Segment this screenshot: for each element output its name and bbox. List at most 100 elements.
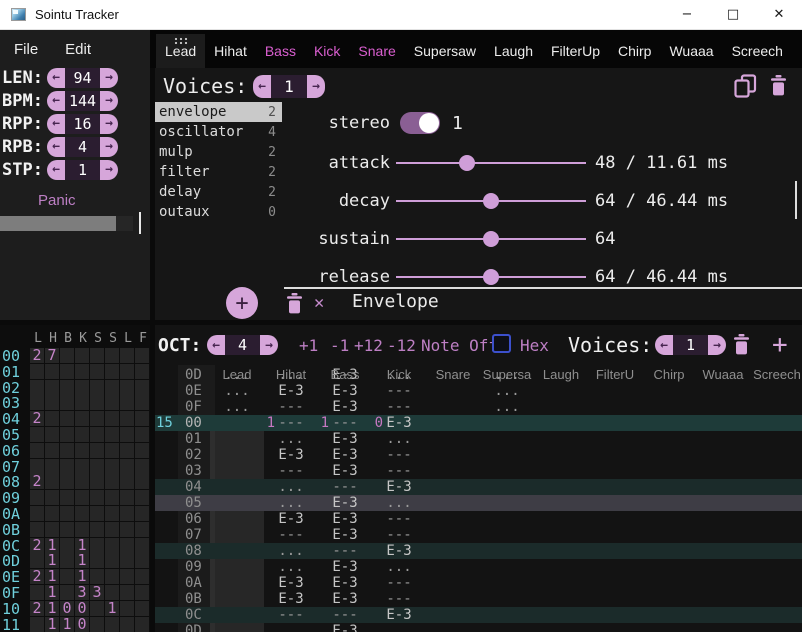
track-header-lead[interactable]: Lead [210, 367, 264, 382]
order-cell[interactable] [90, 490, 104, 505]
order-cell[interactable] [90, 538, 104, 553]
tab-hihat[interactable]: Hihat [205, 34, 256, 68]
pattern-cell[interactable] [696, 431, 750, 447]
pattern-cell[interactable]: --- [264, 607, 318, 623]
pattern-cell[interactable] [426, 431, 480, 447]
tab-kick[interactable]: Kick [305, 34, 349, 68]
pattern-cell[interactable] [480, 479, 534, 495]
order-cell[interactable] [105, 553, 119, 568]
pattern-cell[interactable]: ... [264, 543, 318, 559]
track-header-kick[interactable]: Kick [372, 367, 426, 382]
order-cell[interactable] [45, 411, 59, 426]
order-cell[interactable] [60, 364, 74, 379]
pattern-cell[interactable] [588, 559, 642, 575]
len-stepper-increment[interactable]: → [100, 68, 118, 88]
pattern-cell[interactable]: --- [318, 479, 372, 495]
bpm-stepper-decrement[interactable]: ← [47, 91, 65, 111]
order-cell[interactable] [60, 427, 74, 442]
order-cell[interactable] [135, 459, 149, 474]
len-stepper-decrement[interactable]: ← [47, 68, 65, 88]
pattern-cell[interactable]: ... [264, 559, 318, 575]
pattern-cell[interactable] [210, 447, 264, 463]
pattern-cell[interactable] [696, 495, 750, 511]
pattern-cell[interactable] [210, 607, 264, 623]
order-cell[interactable] [60, 538, 74, 553]
order-cell[interactable] [45, 395, 59, 410]
pattern-cell[interactable] [480, 607, 534, 623]
pattern-cell[interactable]: --- [372, 447, 426, 463]
pattern-cell[interactable] [534, 511, 588, 527]
pattern-cell[interactable]: --- [372, 575, 426, 591]
order-cell[interactable] [120, 553, 134, 568]
order-cell[interactable] [75, 395, 89, 410]
order-cell[interactable] [135, 364, 149, 379]
tab-screech[interactable]: Screech [723, 34, 792, 68]
pattern-cell[interactable] [696, 591, 750, 607]
pattern-cell[interactable]: ... [372, 431, 426, 447]
order-cell[interactable] [60, 506, 74, 521]
transpose-up-12-button[interactable]: +12 [354, 333, 383, 357]
pattern-cell[interactable]: ... [480, 383, 534, 399]
pattern-cell[interactable] [588, 623, 642, 632]
order-cell[interactable] [105, 490, 119, 505]
order-cell[interactable] [30, 380, 44, 395]
order-cell[interactable] [105, 364, 119, 379]
order-cell[interactable] [135, 411, 149, 426]
order-cell[interactable] [135, 380, 149, 395]
pattern-cell[interactable]: ... [372, 623, 426, 632]
pattern-cell[interactable]: E-3 [318, 511, 372, 527]
order-cell[interactable] [90, 522, 104, 537]
pattern-cell[interactable]: ... [264, 479, 318, 495]
pattern-cell[interactable] [534, 575, 588, 591]
pattern-cell[interactable]: --- [372, 527, 426, 543]
order-cell[interactable]: 1 [45, 553, 59, 568]
order-cell[interactable]: 0 [60, 601, 74, 616]
order-cell[interactable] [105, 459, 119, 474]
order-cell[interactable] [90, 395, 104, 410]
order-cell[interactable] [30, 506, 44, 521]
order-cell[interactable] [105, 585, 119, 600]
delete-track-button[interactable] [732, 333, 750, 355]
order-cell[interactable] [90, 348, 104, 363]
pattern-cell[interactable] [696, 415, 750, 431]
pattern-cell[interactable] [426, 527, 480, 543]
pattern-cell[interactable]: E-3 [318, 383, 372, 399]
order-cell[interactable] [90, 364, 104, 379]
order-cell[interactable] [90, 601, 104, 616]
order-cell[interactable]: 1 [45, 617, 59, 632]
pattern-cell[interactable]: --- [372, 399, 426, 415]
order-cell[interactable]: 0 [75, 617, 89, 632]
order-cell[interactable] [60, 411, 74, 426]
pattern-cell[interactable]: E-3 [264, 511, 318, 527]
order-cell[interactable] [90, 569, 104, 584]
pattern-cell[interactable]: E-3 [372, 607, 426, 623]
pattern-cell[interactable] [534, 559, 588, 575]
menu-edit[interactable]: Edit [65, 41, 91, 58]
menu-file[interactable]: File [14, 41, 38, 58]
pattern-cell[interactable] [642, 559, 696, 575]
pattern-cell[interactable]: E-3 [318, 623, 372, 632]
pattern-cell[interactable] [642, 543, 696, 559]
pattern-cell[interactable] [210, 495, 264, 511]
pattern-cell[interactable] [696, 463, 750, 479]
pattern-cell[interactable] [480, 415, 534, 431]
order-cell[interactable] [75, 411, 89, 426]
pattern-cell[interactable] [534, 591, 588, 607]
tab-laugh[interactable]: Laugh [485, 34, 542, 68]
clear-unit-button[interactable]: ✕ [314, 293, 324, 313]
pattern-cell[interactable] [480, 495, 534, 511]
delete-unit-button[interactable] [285, 292, 303, 314]
pattern-cell[interactable] [426, 447, 480, 463]
pattern-cell[interactable] [750, 383, 802, 399]
order-cell[interactable] [105, 427, 119, 442]
pattern-cell[interactable] [534, 415, 588, 431]
order-cell[interactable]: 1 [45, 569, 59, 584]
tab-bass[interactable]: Bass [256, 34, 305, 68]
track-header-bass[interactable]: Bass [318, 367, 372, 382]
tab-filterup[interactable]: FilterUp [542, 34, 609, 68]
order-cell[interactable] [75, 459, 89, 474]
pattern-cell[interactable]: E-3 [264, 575, 318, 591]
order-cell[interactable] [105, 395, 119, 410]
order-cell[interactable] [120, 474, 134, 489]
pattern-cell[interactable] [588, 447, 642, 463]
